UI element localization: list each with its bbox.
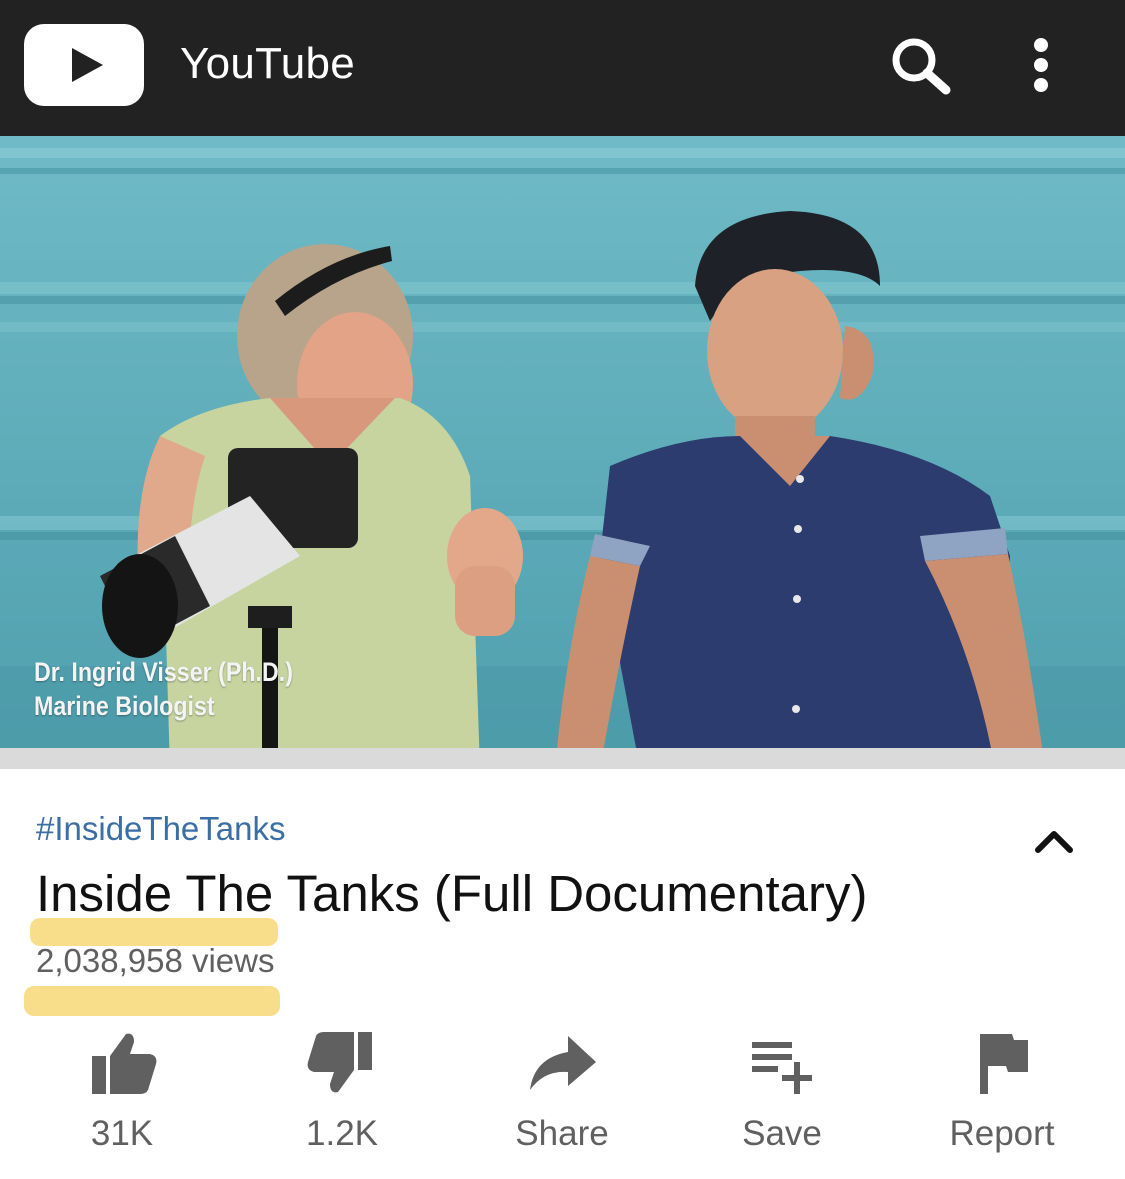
caption-name: Dr. Ingrid Visser (Ph.D.)	[34, 657, 293, 687]
app-title: YouTube	[180, 39, 356, 88]
youtube-watch-page: YouTube Dr. Ingrid Visser (Ph.D.) Marine…	[0, 0, 1125, 1179]
hashtag-link[interactable]: #InsideTheTanks	[36, 808, 285, 850]
playlist-add-icon	[752, 1042, 812, 1094]
like-count: 31K	[90, 1114, 154, 1153]
like-button[interactable]: 31K	[32, 1020, 212, 1170]
top-app-bar: YouTube	[0, 0, 1125, 136]
highlighter-mark-lower	[24, 986, 280, 1016]
video-title: Inside The Tanks (Full Documentary)	[36, 865, 868, 922]
report-button[interactable]: Report	[912, 1020, 1092, 1170]
video-actions-row: 31K 1.2K Share Save Report	[0, 1020, 1125, 1170]
share-icon	[530, 1036, 596, 1090]
dislike-count: 1.2K	[306, 1114, 378, 1153]
collapse-description-button[interactable]	[1020, 812, 1090, 872]
more-options-button[interactable]	[1010, 28, 1070, 108]
report-label: Report	[949, 1114, 1055, 1153]
chevron-up-icon	[1035, 831, 1073, 853]
view-count: 2,038,958 views	[36, 942, 275, 979]
share-label: Share	[515, 1114, 609, 1153]
search-icon	[892, 38, 951, 95]
more-vert-icon	[1034, 38, 1048, 92]
video-caption-overlay: Dr. Ingrid Visser (Ph.D.) Marine Biologi…	[34, 655, 293, 723]
search-button[interactable]	[880, 28, 960, 108]
share-button[interactable]: Share	[472, 1020, 652, 1170]
save-label: Save	[742, 1114, 822, 1153]
thumb-up-icon	[92, 1033, 157, 1094]
thumb-down-icon	[307, 1032, 372, 1093]
video-player[interactable]: Dr. Ingrid Visser (Ph.D.) Marine Biologi…	[0, 136, 1125, 769]
save-button[interactable]: Save	[692, 1020, 872, 1170]
caption-role: Marine Biologist	[34, 691, 215, 721]
youtube-logo-icon[interactable]	[24, 24, 144, 106]
play-triangle-icon	[72, 48, 103, 82]
flag-icon	[980, 1034, 1028, 1094]
dislike-button[interactable]: 1.2K	[252, 1020, 432, 1170]
